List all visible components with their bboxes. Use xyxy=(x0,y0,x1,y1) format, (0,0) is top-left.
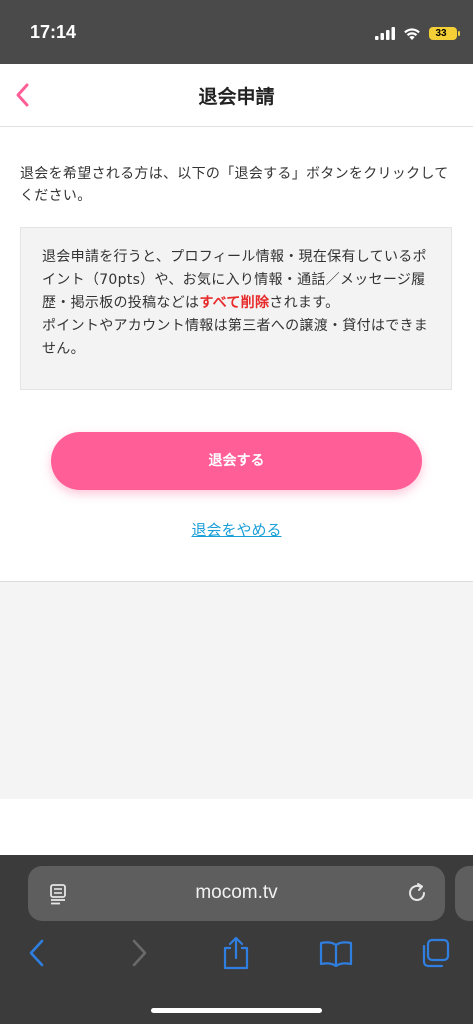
app-header: 退会申請 xyxy=(0,64,473,127)
page-title: 退会申請 xyxy=(198,86,275,108)
url-text: mocom.tv xyxy=(195,882,278,903)
status-time: 17:14 xyxy=(30,22,77,42)
notice-warning: すべて削除 xyxy=(199,295,270,311)
wifi-icon xyxy=(404,27,420,40)
tabs-icon[interactable] xyxy=(418,935,452,971)
reload-icon[interactable] xyxy=(405,881,429,905)
notice-text-after: されます。 xyxy=(269,295,340,311)
home-indicator xyxy=(151,1008,322,1013)
withdraw-button[interactable]: 退会する xyxy=(51,432,422,490)
main-content: 退会を希望される方は、以下の「退会する」ボタンをクリックしてください。 退会申請… xyxy=(0,127,473,581)
battery-icon: 33 xyxy=(429,26,460,40)
footer-area xyxy=(0,582,473,799)
notice-transfer-text: ポイントやアカウント情報は第三者への譲渡・貸付はできません。 xyxy=(42,318,429,357)
bookmarks-icon[interactable] xyxy=(318,935,354,971)
address-bar[interactable]: mocom.tv xyxy=(28,866,445,921)
nav-back-icon[interactable] xyxy=(24,935,52,971)
browser-toolbar: mocom.tv xyxy=(0,855,473,1024)
next-tab-peek[interactable] xyxy=(455,866,473,921)
cancel-withdraw-link[interactable]: 退会をやめる xyxy=(0,519,473,540)
page-bottom xyxy=(0,799,473,855)
notice-box: 退会申請を行うと、プロフィール情報・現在保有しているポイント（70pts）や、お… xyxy=(20,227,452,390)
share-icon[interactable] xyxy=(220,935,252,971)
status-bar: 17:14 33 xyxy=(0,0,473,64)
signal-icon xyxy=(375,26,395,40)
nav-forward-icon[interactable] xyxy=(124,935,152,971)
screen: 17:14 33 退会申請 退会を希望される方は、以下の「退会する」ボタンをクリ… xyxy=(0,0,473,1024)
notice-text: 退会申請を行うと、プロフィール情報・現在保有しているポイント（70pts）や、お… xyxy=(42,246,434,361)
intro-text: 退会を希望される方は、以下の「退会する」ボタンをクリックしてください。 xyxy=(20,166,449,204)
status-icons: 33 xyxy=(375,23,460,43)
